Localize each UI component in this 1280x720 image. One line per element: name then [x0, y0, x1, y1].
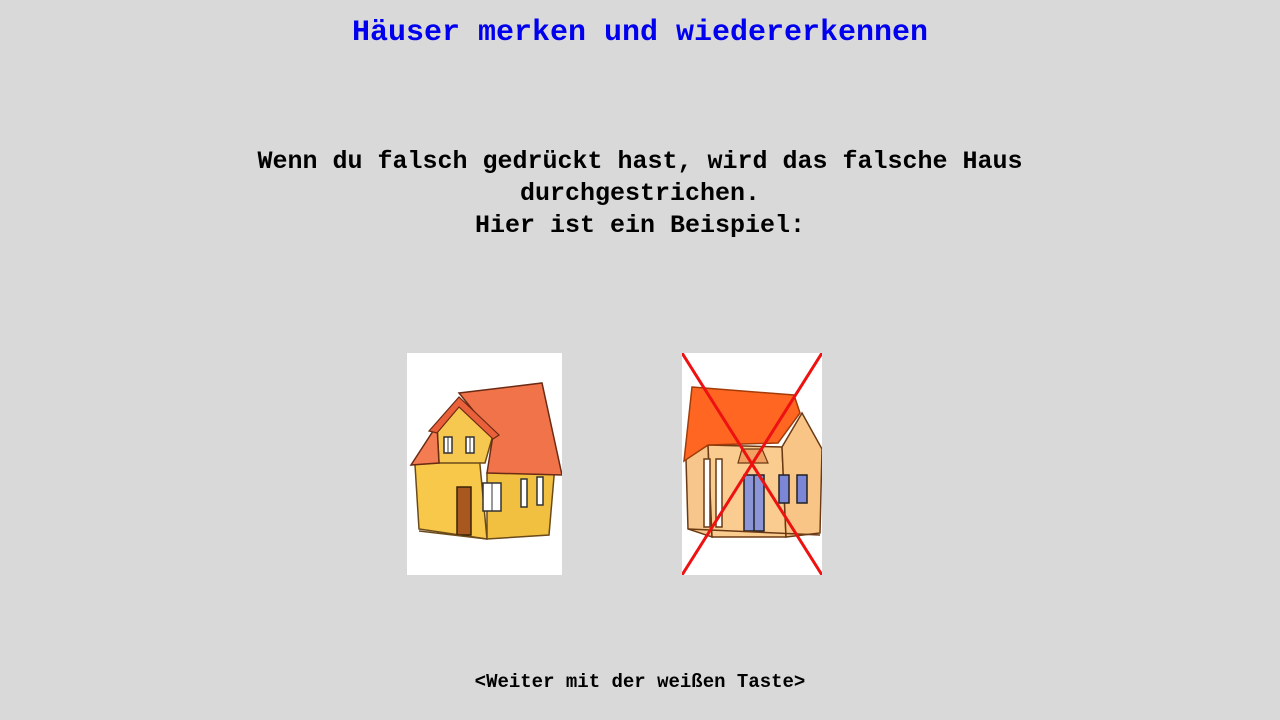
example-house-card-wrong — [682, 353, 822, 575]
instruction-line-1: Wenn du falsch gedrückt hast, wird das f… — [257, 147, 1023, 176]
page-title: Häuser merken und wiedererkennen — [351, 16, 929, 50]
continue-hint: <Weiter mit der weißen Taste> — [474, 671, 806, 693]
instruction-line-3: Hier ist ein Beispiel: — [474, 211, 806, 240]
instruction-text: Wenn du falsch gedrückt hast, wird das f… — [190, 146, 1090, 242]
instruction-line-2: durchgestrichen. — [519, 179, 761, 208]
example-house-card-correct — [407, 353, 562, 575]
house-icon — [409, 382, 562, 540]
house-icon — [682, 353, 822, 575]
task-screen: Häuser merken und wiedererkennen Wenn du… — [0, 0, 1280, 720]
